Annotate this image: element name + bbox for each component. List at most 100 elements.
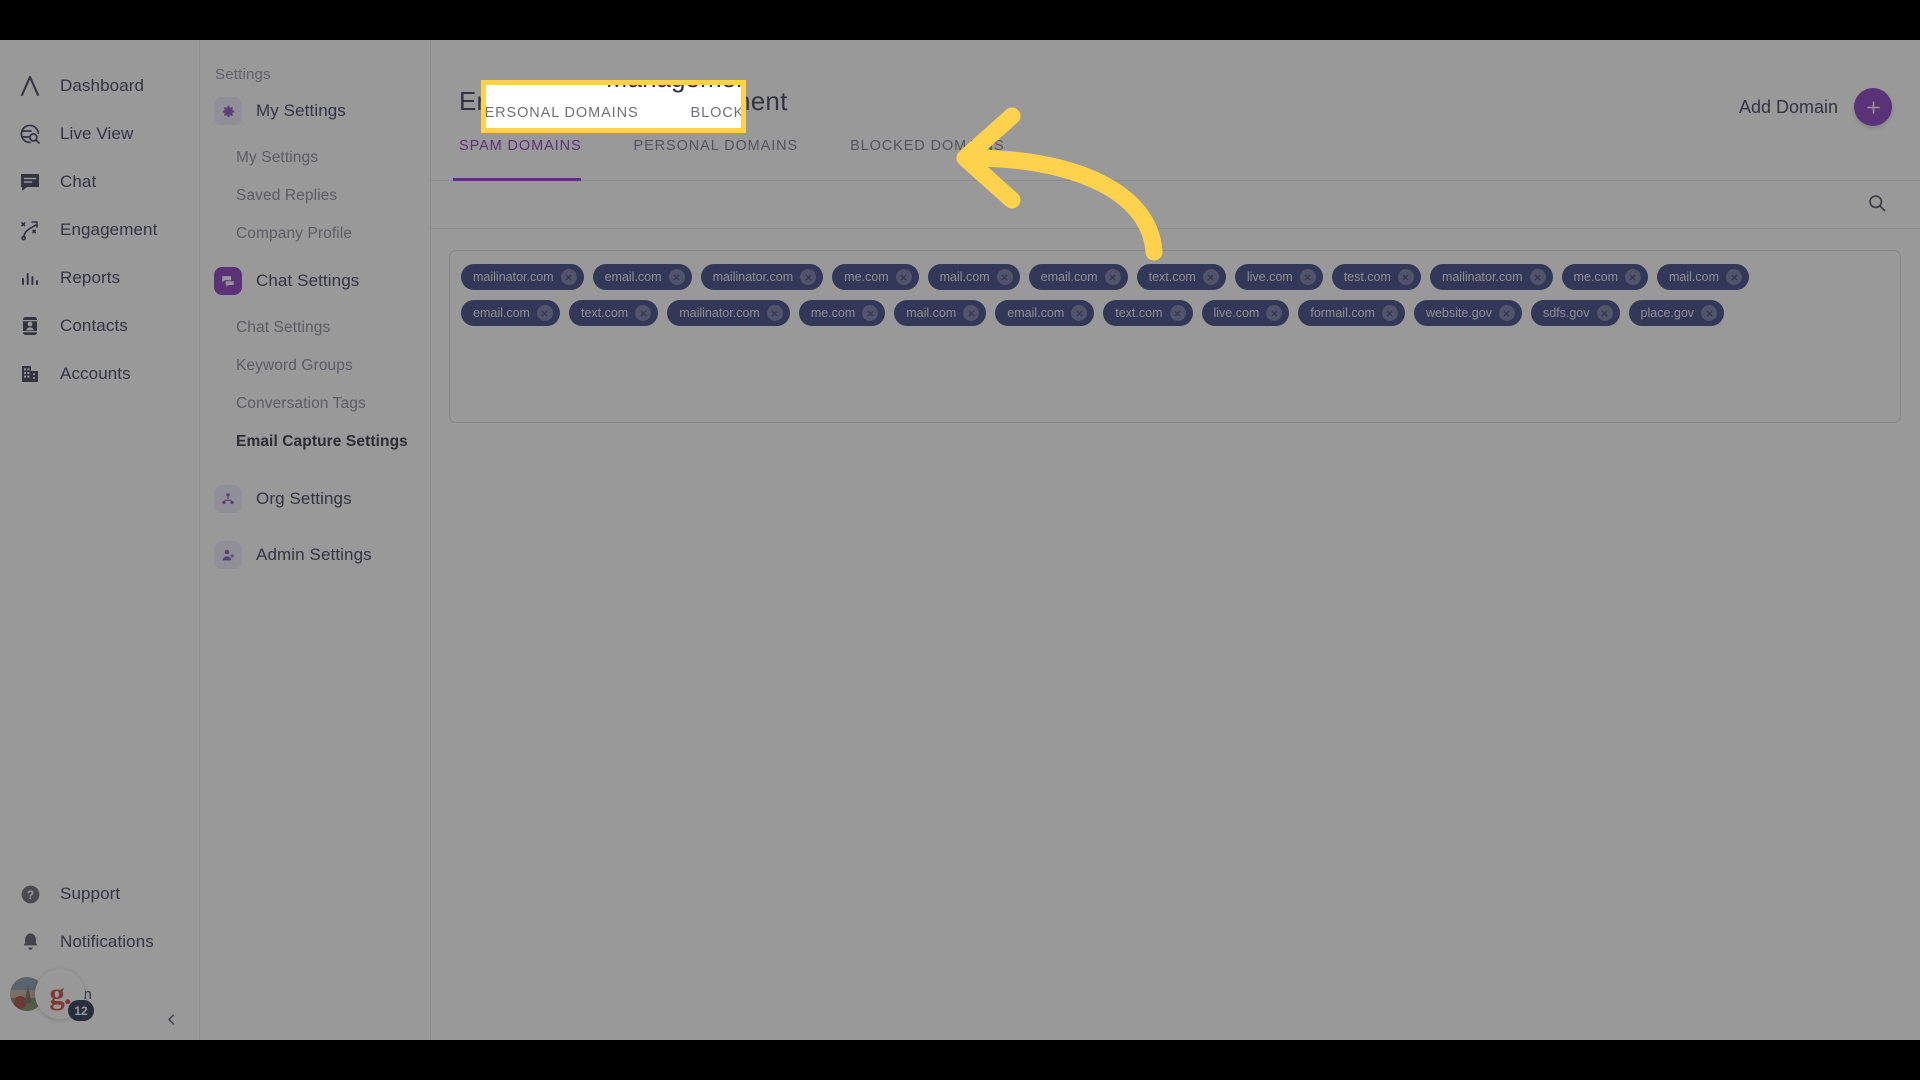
search-icon[interactable] — [1866, 192, 1892, 218]
tab-personal-domains-highlighted[interactable]: PERSONAL DOMAINS — [486, 105, 639, 121]
subnav-item-chat-settings[interactable]: Chat Settings — [200, 309, 430, 347]
close-circle-icon[interactable] — [1104, 269, 1121, 285]
subnav-item-keyword-groups[interactable]: Keyword Groups — [200, 347, 430, 385]
settings-group-org-settings[interactable]: Org Settings — [200, 471, 430, 527]
subnav-item-saved-replies[interactable]: Saved Replies — [200, 177, 430, 215]
highlight-box: Management PERSONAL DOMAINS BLOCKED DOMA… — [481, 80, 746, 133]
tab-personal-domains[interactable]: PERSONAL DOMAINS — [634, 138, 799, 167]
chevron-left-icon[interactable] — [158, 1006, 184, 1032]
settings-group-my-settings: My Settings My Settings Saved Replies Co… — [200, 83, 430, 253]
sidebar-item-accounts[interactable]: Accounts — [0, 350, 199, 398]
domain-chip-label: email.com — [1040, 270, 1098, 284]
close-circle-icon[interactable] — [1071, 305, 1088, 321]
user-profile-row[interactable]: Ngan g. 12 — [0, 966, 200, 1025]
sidebar-item-dashboard[interactable]: Dashboard — [0, 62, 199, 110]
domain-chip: test.com — [1331, 264, 1421, 290]
close-circle-icon[interactable] — [668, 269, 685, 285]
domain-chip-label: text.com — [580, 306, 629, 320]
plus-icon[interactable] — [1854, 88, 1892, 126]
sidebar-item-label: Live View — [60, 124, 134, 143]
settings-group-title: My Settings — [256, 101, 346, 120]
close-circle-icon[interactable] — [895, 269, 912, 285]
main-content: Email Capture Management Add Domain SPAM… — [431, 40, 1920, 1040]
domain-chip: email.com — [592, 264, 692, 290]
bell-icon — [17, 929, 43, 955]
app-window: Dashboard Live View Chat Engagement Repo… — [0, 40, 1920, 1040]
sidebar-item-contacts[interactable]: Contacts — [0, 302, 199, 350]
tab-blocked-domains-highlighted[interactable]: BLOCKED DOMAINS — [691, 105, 741, 121]
domain-chip-label: email.com — [1007, 306, 1065, 320]
subnav-item-conversation-tags[interactable]: Conversation Tags — [200, 385, 430, 423]
close-circle-icon[interactable] — [862, 305, 879, 321]
domain-chip: email.com — [461, 300, 560, 326]
settings-group-admin-settings[interactable]: Admin Settings — [200, 527, 430, 583]
settings-group-chat-settings: Chat Settings Chat Settings Keyword Grou… — [200, 253, 430, 461]
settings-heading: Settings — [215, 66, 271, 83]
sidebar-item-notifications[interactable]: Notifications — [0, 918, 200, 966]
close-circle-icon[interactable] — [1701, 305, 1718, 321]
tab-blocked-domains[interactable]: BLOCKED DOMAINS — [850, 138, 1005, 167]
close-circle-icon[interactable] — [1381, 305, 1398, 321]
domain-chip-label: website.gov — [1425, 306, 1492, 320]
subnav-item-email-capture-settings[interactable]: Email Capture Settings — [200, 423, 430, 461]
close-circle-icon[interactable] — [1624, 269, 1641, 285]
domain-chip: mailinator.com — [700, 264, 824, 290]
domain-chip: email.com — [995, 300, 1095, 326]
domain-chip-label: email.com — [604, 270, 662, 284]
close-circle-icon[interactable] — [536, 305, 553, 321]
domain-chip: mailinator.com — [1429, 264, 1553, 290]
close-circle-icon[interactable] — [1596, 305, 1613, 321]
sidebar-bottom-section: ? Support Notifications Ngan g. 12 — [0, 870, 200, 1025]
sidebar-item-support[interactable]: ? Support — [0, 870, 200, 918]
chat-bubble-icon — [17, 169, 43, 195]
sidebar-item-live-view[interactable]: Live View — [0, 110, 199, 158]
domain-chip-row: mailinator.com email.com mailinator.com me.… — [461, 264, 1889, 290]
domain-chip: website.gov — [1413, 300, 1522, 326]
highlighted-tabs: PERSONAL DOMAINS BLOCKED DOMAINS — [486, 105, 741, 121]
close-circle-icon[interactable] — [1529, 269, 1546, 285]
settings-group-header[interactable]: My Settings — [200, 83, 430, 139]
close-circle-icon[interactable] — [1726, 269, 1742, 285]
close-circle-icon[interactable] — [996, 269, 1013, 285]
close-circle-icon[interactable] — [1299, 269, 1316, 285]
close-circle-icon[interactable] — [1498, 305, 1515, 321]
domain-chip: live.com — [1201, 300, 1290, 326]
domain-chip: me.com — [832, 264, 919, 290]
chat-settings-icon — [214, 267, 242, 295]
close-circle-icon[interactable] — [1266, 305, 1283, 321]
subnav-item-my-settings[interactable]: My Settings — [200, 139, 430, 177]
close-circle-icon[interactable] — [800, 269, 817, 285]
domain-chip: text.com — [568, 300, 659, 326]
sidebar-item-label: Contacts — [60, 316, 128, 335]
domain-chip-label: mail.com — [939, 270, 990, 284]
close-circle-icon[interactable] — [1169, 305, 1186, 321]
domain-chip-label: me.com — [844, 270, 889, 284]
sidebar-item-chat[interactable]: Chat — [0, 158, 199, 206]
domain-chip-row: email.com text.com mailinator.com me.com mai… — [461, 300, 1889, 326]
logo-chevron-icon — [17, 73, 43, 99]
letterbox-top — [0, 0, 1920, 40]
primary-sidebar: Dashboard Live View Chat Engagement Repo… — [0, 40, 200, 1040]
contact-card-icon — [17, 313, 43, 339]
add-domain-action[interactable]: Add Domain — [1739, 88, 1892, 126]
subnav-item-company-profile[interactable]: Company Profile — [200, 215, 430, 253]
domain-chip-label: mailinator.com — [473, 270, 554, 284]
close-circle-icon[interactable] — [963, 305, 980, 321]
sidebar-item-label: Dashboard — [60, 76, 145, 95]
notification-count-badge: 12 — [68, 1000, 94, 1021]
close-circle-icon[interactable] — [1202, 269, 1219, 285]
sidebar-item-reports[interactable]: Reports — [0, 254, 199, 302]
domain-chip: sdfs.gov — [1530, 300, 1620, 326]
sidebar-item-engagement[interactable]: Engagement — [0, 206, 199, 254]
close-circle-icon[interactable] — [560, 269, 577, 285]
settings-subnav: Settings My Settings My Settings Saved R… — [200, 40, 431, 1040]
close-circle-icon[interactable] — [1397, 269, 1414, 285]
svg-text:?: ? — [26, 889, 33, 901]
settings-group-header[interactable]: Chat Settings — [200, 253, 430, 309]
domain-chip-label: mailinator.com — [1441, 270, 1523, 284]
close-circle-icon[interactable] — [766, 305, 783, 321]
tab-spam-domains[interactable]: SPAM DOMAINS — [459, 138, 582, 167]
domains-card: mailinator.com email.com mailinator.com me.… — [449, 250, 1901, 423]
domain-chip: mail.com — [894, 300, 987, 326]
close-circle-icon[interactable] — [635, 305, 652, 321]
